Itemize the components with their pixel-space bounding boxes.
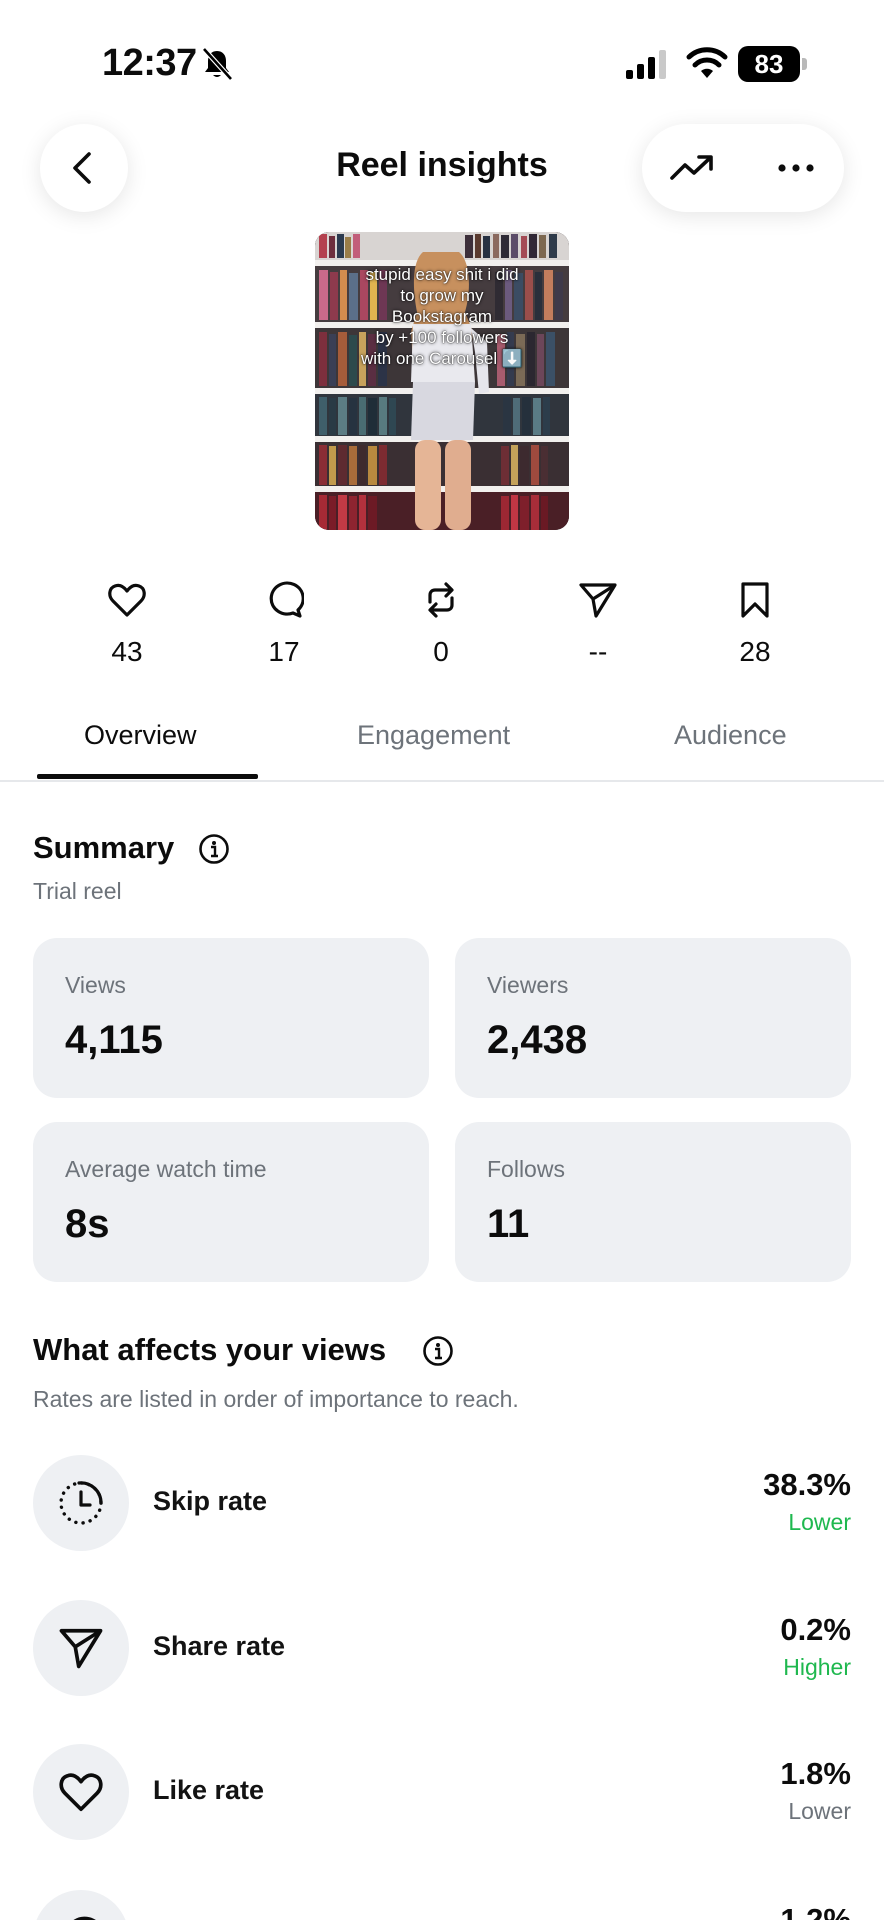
metric-card-viewers: Viewers 2,438 — [455, 938, 851, 1098]
trend-up-icon — [670, 155, 713, 180]
rate-trend: Lower — [788, 1509, 851, 1535]
info-icon[interactable] — [198, 833, 230, 865]
caption-line: with one Carousel ⬇️ — [361, 349, 523, 368]
metric-value: 4,115 — [65, 1018, 163, 1062]
send-icon — [579, 583, 617, 618]
summary-subtitle: Trial reel — [33, 878, 122, 904]
skip-timer-icon — [59, 1481, 103, 1525]
metric-label: Views — [65, 972, 126, 998]
shares-count: -- — [588, 636, 608, 667]
metric-value: 8s — [65, 1202, 110, 1246]
caption-line: Bookstagram — [391, 307, 493, 326]
repost-icon — [428, 582, 454, 618]
reposts-stat[interactable]: 0 — [381, 580, 501, 668]
rate-row-comment[interactable]: 1.2% — [33, 1890, 851, 1920]
rate-value: 38.3% — [763, 1467, 851, 1502]
comment-icon — [269, 581, 304, 618]
battery-cap — [802, 58, 807, 70]
heart-icon — [59, 1773, 103, 1812]
rate-icon-badge — [33, 1455, 129, 1551]
battery-indicator: 83 — [738, 46, 808, 82]
header-actions — [642, 124, 844, 212]
metric-card-views: Views 4,115 — [33, 938, 429, 1098]
rate-icon-badge — [33, 1600, 129, 1696]
rate-trend: Lower — [788, 1798, 851, 1824]
metric-label: Follows — [487, 1156, 565, 1182]
likes-count: 43 — [111, 636, 143, 667]
saves-count: 28 — [739, 636, 771, 667]
heart-icon — [108, 583, 146, 617]
rate-value: 1.8% — [780, 1756, 851, 1791]
metric-value: 2,438 — [487, 1018, 588, 1062]
metric-card-follows: Follows 11 — [455, 1122, 851, 1282]
status-time: 12:37 — [102, 42, 197, 84]
signal-icon — [626, 50, 666, 79]
info-icon[interactable] — [422, 1335, 454, 1367]
rate-row-skip[interactable]: Skip rate 38.3% Lower — [33, 1455, 851, 1551]
rate-icon-badge — [33, 1744, 129, 1840]
metric-label: Viewers — [487, 972, 569, 998]
affects-title: What affects your views — [33, 1332, 387, 1367]
bookmark-icon — [741, 582, 769, 618]
comments-stat[interactable]: 17 — [224, 580, 344, 668]
metric-card-average-watch-time: Average watch time 8s — [33, 1122, 429, 1282]
metric-label: Average watch time — [65, 1156, 267, 1182]
rate-label: Like rate — [153, 1775, 265, 1805]
saves-stat[interactable]: 28 — [695, 580, 815, 668]
send-icon — [59, 1628, 103, 1669]
rate-trend: Higher — [783, 1654, 851, 1680]
comment-icon — [73, 1916, 96, 1920]
rate-row-like[interactable]: Like rate 1.8% Lower — [33, 1744, 851, 1840]
caption-line: to grow my — [400, 286, 484, 305]
wifi-icon — [686, 47, 728, 78]
shares-stat[interactable]: -- — [538, 580, 658, 668]
reposts-count: 0 — [433, 636, 449, 667]
insights-tabs: Overview Engagement Audience — [0, 700, 884, 782]
tab-overview[interactable]: Overview — [84, 720, 197, 751]
rate-row-share[interactable]: Share rate 0.2% Higher — [33, 1600, 851, 1696]
bell-muted-icon — [202, 47, 233, 81]
reel-thumbnail[interactable]: stupid easy shit i did to grow my Bookst… — [315, 232, 569, 530]
rate-icon-badge — [33, 1890, 129, 1920]
metric-value: 11 — [487, 1202, 530, 1246]
rate-label: Skip rate — [153, 1486, 268, 1516]
battery-level: 83 — [738, 46, 800, 82]
reel-caption: stupid easy shit i did to grow my Bookst… — [315, 264, 569, 369]
more-horizontal-icon — [778, 164, 814, 172]
more-options-button[interactable] — [766, 138, 826, 198]
tab-engagement[interactable]: Engagement — [357, 720, 510, 751]
comments-count: 17 — [268, 636, 300, 667]
rate-value: 0.2% — [780, 1612, 851, 1647]
rate-label: Share rate — [153, 1631, 286, 1661]
tab-audience[interactable]: Audience — [674, 720, 787, 751]
status-bar: 12:37 83 — [0, 0, 884, 120]
likes-stat[interactable]: 43 — [67, 580, 187, 668]
affects-subtitle: Rates are listed in order of importance … — [33, 1386, 519, 1412]
trend-button[interactable] — [662, 138, 722, 198]
rate-value: 1.2% — [780, 1902, 851, 1920]
summary-title: Summary — [33, 830, 175, 865]
reel-stats-row: 43 17 0 -- 28 — [0, 580, 884, 670]
caption-line: stupid easy shit i did — [365, 265, 519, 284]
caption-line: by +100 followers — [375, 328, 509, 347]
active-tab-indicator — [37, 774, 258, 779]
